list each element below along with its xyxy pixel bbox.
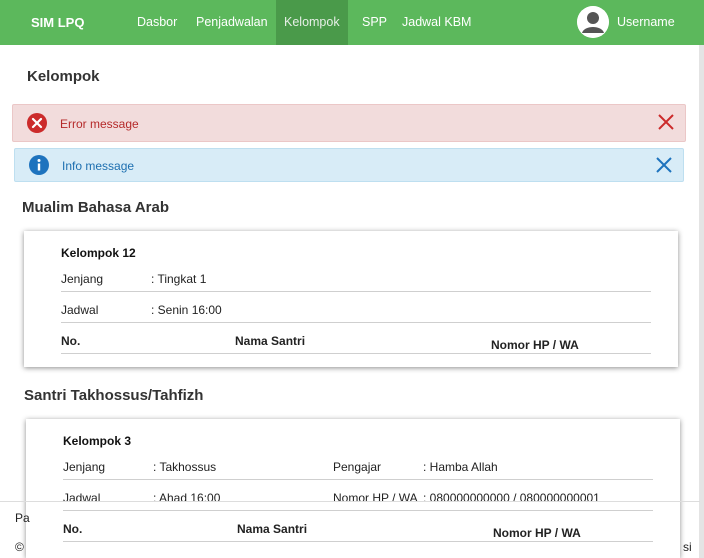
jenjang-value: : Takhossus <box>153 460 217 474</box>
divider <box>61 291 651 292</box>
info-message-text: Info message <box>62 159 135 173</box>
divider <box>63 479 653 480</box>
error-message-text: Error message <box>60 117 139 131</box>
jenjang-value: : Tingkat 1 <box>151 272 207 286</box>
nav-item-dasbor[interactable]: Dasbor <box>137 0 177 45</box>
divider <box>61 322 651 323</box>
footer-left-text: Pa <box>15 511 30 525</box>
brand-logo-text[interactable]: SIM LPQ <box>31 15 84 30</box>
error-circle-icon <box>27 113 47 136</box>
page-title: Kelompok <box>27 68 100 85</box>
column-header-no: No. <box>63 522 83 536</box>
error-alert: Error message <box>12 104 686 142</box>
pengajar-value: : Hamba Allah <box>423 460 498 474</box>
nav-item-jadwal-kbm[interactable]: Jadwal KBM <box>402 0 471 45</box>
top-navbar: SIM LPQ Dasbor Penjadwalan Kelompok SPP … <box>0 0 704 45</box>
jenjang-label: Jenjang <box>63 460 106 474</box>
nav-item-spp[interactable]: SPP <box>362 0 387 45</box>
user-avatar-icon[interactable] <box>577 6 609 38</box>
page-scrollbar[interactable] <box>699 45 704 558</box>
footer-copyright: © <box>15 540 24 554</box>
pengajar-label: Pengajar <box>333 460 382 474</box>
close-info-icon[interactable] <box>655 156 673 174</box>
group-card-kelompok-3: Kelompok 3 Jenjang : Takhossus Pengajar … <box>26 419 680 558</box>
nav-item-penjadwalan[interactable]: Penjadwalan <box>196 0 268 45</box>
jadwal-value: : Ahad 16:00 <box>153 491 221 505</box>
nomor-hp-label: Nomor HP / WA <box>333 491 418 505</box>
footer-right-text: si <box>683 540 692 554</box>
nomor-hp-value: : 080000000000 / 080000000001 <box>423 491 600 505</box>
group-name: Kelompok 12 <box>61 246 136 260</box>
section-title-takhossus: Santri Takhossus/Tahfizh <box>24 387 204 404</box>
group-name: Kelompok 3 <box>63 434 132 448</box>
column-header-nomor-hp: Nomor HP / WA <box>493 526 581 540</box>
info-alert: Info message <box>14 148 684 182</box>
jadwal-label: Jadwal <box>61 303 99 317</box>
section-title-mualim: Mualim Bahasa Arab <box>22 199 169 216</box>
info-circle-icon <box>29 155 49 178</box>
nav-item-kelompok[interactable]: Kelompok <box>276 0 348 45</box>
jadwal-label: Jadwal <box>63 491 101 505</box>
footer-divider <box>0 501 700 502</box>
jenjang-label: Jenjang <box>61 272 104 286</box>
column-header-nama-santri: Nama Santri <box>235 334 306 348</box>
jadwal-value: : Senin 16:00 <box>151 303 222 317</box>
table-header-divider <box>63 541 653 542</box>
close-error-icon[interactable] <box>657 113 675 131</box>
column-header-no: No. <box>61 334 81 348</box>
column-header-nomor-hp: Nomor HP / WA <box>491 338 579 352</box>
divider <box>63 510 653 511</box>
username-label[interactable]: Username <box>617 15 675 29</box>
column-header-nama-santri: Nama Santri <box>237 522 308 536</box>
table-header-divider <box>61 353 651 354</box>
group-card-kelompok-12: Kelompok 12 Jenjang : Tingkat 1 Jadwal :… <box>24 231 678 367</box>
